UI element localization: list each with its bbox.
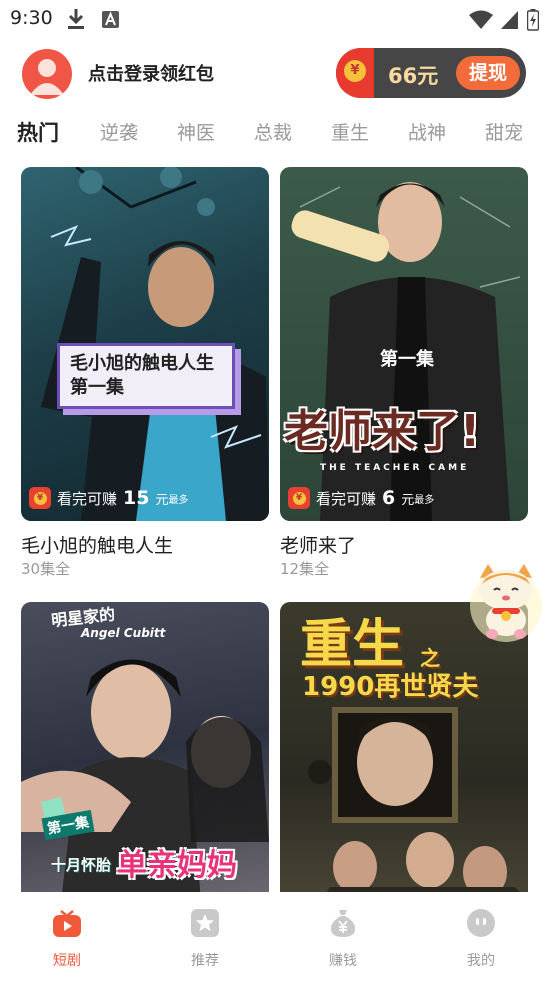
drama-title[interactable]: 老师来了 xyxy=(280,531,356,558)
signal-icon xyxy=(501,11,518,29)
tab-hot[interactable]: 热门 xyxy=(17,117,59,147)
red-envelope-icon: ¥ xyxy=(29,487,51,509)
tab-ceo[interactable]: 总裁 xyxy=(254,118,292,145)
withdraw-button[interactable]: 提现 xyxy=(456,56,520,90)
status-indicators xyxy=(469,9,539,31)
earn-unit: 元 xyxy=(155,492,169,508)
drama-card[interactable]: 第一集 老师来了! THE TEACHER CAME ¥ 看完可赚 6 元最多 … xyxy=(280,167,528,578)
nav-label: 短剧 xyxy=(53,953,81,969)
money-bag-icon xyxy=(330,910,356,937)
earn-prefix: 看完可赚 xyxy=(57,489,118,508)
nav-mine[interactable]: 我的 xyxy=(446,908,516,970)
tab-sweet-romance[interactable]: 甜宠 xyxy=(485,118,523,145)
nav-earn[interactable]: 赚钱 xyxy=(308,908,378,970)
coin-symbol: ¥ xyxy=(344,60,366,82)
download-icon xyxy=(68,9,84,29)
tab-comeback[interactable]: 逆袭 xyxy=(100,118,138,145)
avatar[interactable] xyxy=(22,49,72,99)
nav-short-drama[interactable]: 短剧 xyxy=(32,908,102,970)
status-time: 9:30 xyxy=(10,7,53,29)
drama-card[interactable]: 明星家的 Angel Cubitt 第一集 十月怀胎 单亲妈妈 xyxy=(21,602,269,902)
red-envelope-icon: ¥ xyxy=(288,487,310,509)
default-avatar-icon xyxy=(30,59,64,95)
earn-badge: ¥ 看完可赚 6 元最多 xyxy=(288,487,434,509)
earn-amount: 15 xyxy=(123,487,150,509)
earn-badge: ¥ 看完可赚 15 元最多 xyxy=(29,487,188,509)
poster-subtitle: 十月怀胎 xyxy=(51,856,112,874)
poster-title: 单亲妈妈 xyxy=(117,848,237,883)
notification-a-icon xyxy=(102,11,119,28)
coin-balance-pill[interactable]: ¥ 66元 提现 xyxy=(336,48,526,98)
drama-card[interactable]: 重生 之 1990再世贤夫 xyxy=(280,602,528,902)
profile-face-icon xyxy=(467,909,495,937)
earn-amount: 6 xyxy=(382,487,396,509)
tab-rebirth[interactable]: 重生 xyxy=(331,118,369,145)
earn-unit: 元 xyxy=(401,492,415,508)
poster-subtitle: THE TEACHER CAME xyxy=(320,463,470,473)
battery-icon xyxy=(527,9,539,31)
drama-title[interactable]: 毛小旭的触电人生 xyxy=(21,531,173,558)
drama-poster[interactable]: 明星家的 Angel Cubitt 第一集 十月怀胎 单亲妈妈 xyxy=(21,602,269,902)
earn-prefix: 看完可赚 xyxy=(316,489,377,508)
poster-title: 老师来了! xyxy=(284,406,481,457)
red-envelope-icon: ¥ xyxy=(336,48,374,98)
drama-episodes: 12集全 xyxy=(280,560,330,578)
poster-title-sub: 1990再世贤夫 xyxy=(302,672,479,702)
star-icon xyxy=(191,909,219,937)
tab-war-god[interactable]: 战神 xyxy=(408,118,446,145)
drama-poster[interactable]: 第一集 老师来了! THE TEACHER CAME ¥ 看完可赚 6 元最多 xyxy=(280,167,528,521)
drama-poster[interactable]: 重生 之 1990再世贤夫 xyxy=(280,602,528,902)
nav-label: 推荐 xyxy=(191,953,219,969)
lucky-cat-float-icon[interactable] xyxy=(466,560,546,646)
category-tabs: 热门 逆袭 神医 总裁 重生 战神 甜宠 xyxy=(0,118,551,150)
tab-divine-doctor[interactable]: 神医 xyxy=(177,118,215,145)
poster-english: Angel Cubitt xyxy=(81,626,166,640)
nav-recommend[interactable]: 推荐 xyxy=(170,908,240,970)
drama-poster[interactable]: 毛小旭的触电人生第一集 ¥ 看完可赚 15 元最多 xyxy=(21,167,269,521)
earn-suffix: 最多 xyxy=(414,494,435,506)
drama-card[interactable]: 毛小旭的触电人生第一集 ¥ 看完可赚 15 元最多 毛小旭的触电人生 30集全 xyxy=(21,167,269,578)
nav-label: 赚钱 xyxy=(329,953,357,969)
earn-suffix: 最多 xyxy=(168,494,189,506)
bottom-navigation: 短剧 推荐 赚钱 我的 xyxy=(0,892,551,986)
coin-amount: 66元 xyxy=(388,64,439,88)
status-bar: 9:30 xyxy=(0,0,551,38)
tv-icon xyxy=(53,910,81,937)
poster-caption: 毛小旭的触电人生第一集 xyxy=(57,343,235,409)
drama-episodes: 30集全 xyxy=(21,560,71,578)
wifi-icon xyxy=(469,10,493,29)
nav-label: 我的 xyxy=(467,953,495,969)
poster-episode-label: 第一集 xyxy=(380,349,434,370)
login-prompt[interactable]: 点击登录领红包 xyxy=(88,60,214,86)
